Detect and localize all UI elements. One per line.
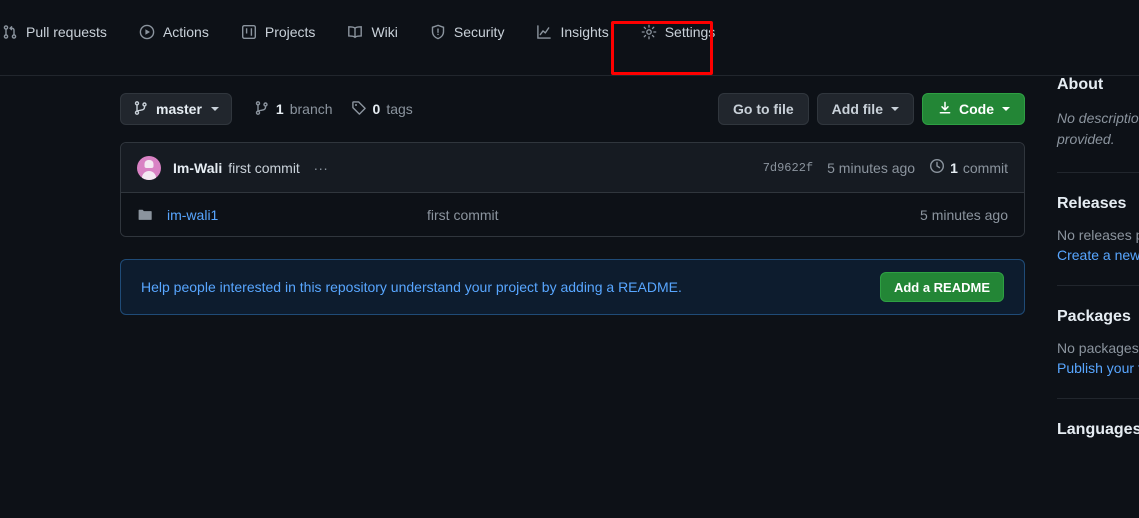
nav-tab-security[interactable]: Security	[414, 9, 521, 55]
repository-main-content: master 1 branch 0 tags Go to file Add fi…	[120, 76, 1025, 315]
tag-count-label: tags	[386, 101, 413, 117]
branch-selector-button[interactable]: master	[120, 93, 232, 125]
code-button-label: Code	[959, 101, 994, 117]
nav-tab-projects[interactable]: Projects	[225, 9, 332, 55]
branch-count-label: branch	[289, 101, 333, 117]
ref-statistics: 1 branch 0 tags	[254, 100, 413, 119]
tag-count[interactable]: 0 tags	[351, 100, 413, 119]
commit-author[interactable]: Im-Wali	[173, 160, 222, 176]
nav-tab-pull-requests[interactable]: Pull requests	[0, 9, 123, 55]
git-pull-request-icon	[2, 24, 18, 40]
add-readme-label: Add a README	[893, 279, 990, 295]
nav-tab-label: Actions	[162, 23, 209, 40]
add-file-button[interactable]: Add file	[816, 93, 914, 125]
file-name-link[interactable]: im-wali1	[167, 207, 427, 223]
commit-relative-time: 5 minutes ago	[827, 159, 916, 176]
commit-sha[interactable]: 7d9622f	[763, 161, 813, 175]
file-listing-table: Im-Wali first commit ... 7d9622f 5 minut…	[120, 142, 1025, 237]
add-readme-button[interactable]: Add a README	[879, 272, 1004, 302]
go-to-file-button[interactable]: Go to file	[717, 93, 809, 125]
file-navigation-bar: master 1 branch 0 tags Go to file Add fi…	[120, 76, 1025, 142]
file-relative-time: 5 minutes ago	[920, 206, 1008, 223]
commit-details-toggle[interactable]: ...	[314, 157, 329, 173]
code-button[interactable]: Code	[922, 93, 1025, 125]
commit-count-value: 1	[950, 159, 958, 176]
commit-message[interactable]: first commit	[228, 160, 300, 176]
languages-heading: Languages	[1057, 421, 1139, 438]
gear-icon	[641, 24, 657, 40]
commit-count-label: commit	[962, 159, 1008, 176]
table-row[interactable]: im-wali1 first commit 5 minutes ago	[121, 193, 1024, 236]
releases-empty-text: No releases published	[1057, 227, 1139, 243]
chevron-down-icon	[210, 107, 219, 111]
nav-tab-label: Projects	[264, 23, 316, 40]
folder-icon	[137, 207, 153, 223]
nav-tab-label: Pull requests	[26, 23, 107, 40]
book-icon	[347, 24, 363, 40]
commit-metadata: 7d9622f 5 minutes ago 1 commit	[763, 158, 1008, 177]
download-icon	[937, 100, 953, 119]
project-board-icon	[241, 24, 257, 40]
nav-tab-label: Settings	[664, 23, 716, 40]
history-icon	[929, 158, 945, 177]
sidebar-divider	[1057, 398, 1139, 399]
releases-heading: Releases	[1057, 195, 1127, 212]
chevron-down-icon	[891, 107, 899, 111]
git-branch-icon	[133, 100, 149, 119]
add-file-label: Add file	[831, 101, 883, 117]
git-branch-icon	[254, 100, 270, 119]
sidebar-divider	[1057, 285, 1139, 286]
sidebar-section-packages: Packages No packages published Publish y…	[1057, 308, 1139, 376]
readme-prompt-text[interactable]: Help people interested in this repositor…	[141, 279, 682, 295]
nav-tab-insights[interactable]: Insights	[520, 9, 624, 55]
sidebar-section-releases: Releases No releases published Create a …	[1057, 195, 1139, 263]
repo-navigation: Pull requests Actions Projects Wiki Secu…	[0, 0, 1139, 76]
packages-heading: Packages	[1057, 308, 1131, 325]
sidebar-section-languages: Languages	[1057, 421, 1139, 439]
branch-name-label: master	[156, 101, 202, 117]
shield-icon	[430, 24, 446, 40]
nav-tab-label: Security	[453, 23, 505, 40]
publish-package-link[interactable]: Publish your first package	[1057, 360, 1139, 376]
branch-count[interactable]: 1 branch	[254, 100, 333, 119]
nav-tab-actions[interactable]: Actions	[123, 9, 225, 55]
sidebar-divider	[1057, 172, 1139, 173]
repository-sidebar: About No description provided. Releases …	[1057, 76, 1139, 439]
about-heading: About	[1057, 76, 1104, 93]
tag-icon	[351, 100, 367, 119]
nav-tab-settings[interactable]: Settings	[625, 9, 732, 55]
packages-empty-text: No packages published	[1057, 340, 1139, 356]
sidebar-section-about: About No description provided.	[1057, 76, 1139, 150]
nav-tab-wiki[interactable]: Wiki	[331, 9, 413, 55]
create-release-link[interactable]: Create a new release	[1057, 247, 1139, 263]
branch-count-value: 1	[275, 101, 284, 117]
file-commit-message[interactable]: first commit	[427, 207, 920, 223]
readme-prompt-banner: Help people interested in this repositor…	[120, 259, 1025, 315]
avatar[interactable]	[137, 155, 161, 180]
nav-tab-label: Insights	[560, 23, 609, 40]
nav-tab-label: Wiki	[371, 23, 398, 40]
play-icon	[139, 24, 155, 40]
chevron-down-icon	[1002, 107, 1010, 111]
latest-commit-header: Im-Wali first commit ... 7d9622f 5 minut…	[121, 143, 1024, 193]
go-to-file-label: Go to file	[732, 101, 794, 117]
about-description: No description provided.	[1057, 110, 1139, 147]
tag-count-value: 0	[372, 101, 381, 117]
file-navigation-actions: Go to file Add file Code	[717, 93, 1025, 125]
commit-history-link[interactable]: 1 commit	[929, 158, 1008, 177]
graph-icon	[536, 24, 552, 40]
